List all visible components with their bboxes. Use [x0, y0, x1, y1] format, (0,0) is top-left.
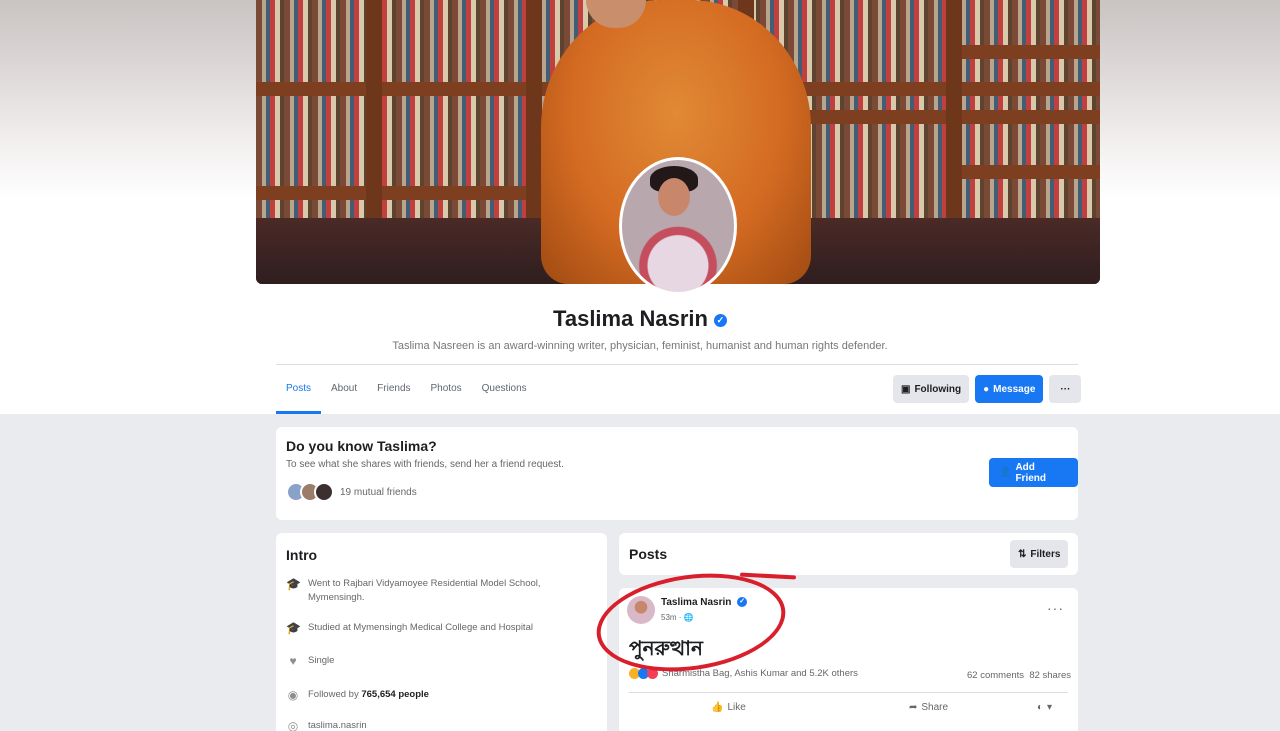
tab-about[interactable]: About	[321, 374, 367, 414]
know-person-card: Do you know Taslima? To see what she sha…	[276, 427, 1078, 520]
mutual-friend-avatar	[314, 482, 334, 502]
intro-school-text: Went to Rajbari Vidyamoyee Residential M…	[308, 578, 541, 603]
share-label: Share	[921, 702, 949, 713]
bookshelf-board	[951, 165, 1100, 179]
intro-school: 🎓 Went to Rajbari Vidyamoyee Residential…	[286, 577, 586, 605]
more-icon: ···	[1060, 383, 1071, 395]
verified-badge-icon: ✓	[713, 313, 727, 327]
profile-name-row: Taslima Nasrin ✓	[0, 306, 1280, 332]
profile-switch-icon: ◐	[1037, 702, 1044, 713]
followers-count: 765,654 people	[361, 689, 429, 700]
tab-questions[interactable]: Questions	[472, 374, 537, 414]
like-label: Like	[727, 702, 746, 713]
intro-relationship-text: Single	[308, 655, 335, 666]
know-card-subtitle: To see what she shares with friends, sen…	[286, 459, 564, 470]
like-button[interactable]: 👍 Like	[711, 702, 746, 713]
message-button[interactable]: ● Message	[975, 375, 1044, 403]
audience-selector[interactable]: ◐ ▾	[1037, 702, 1052, 713]
thumbs-up-icon: 👍	[711, 702, 724, 713]
post-more-button[interactable]: ···	[1047, 600, 1064, 616]
tab-photos[interactable]: Photos	[421, 374, 472, 414]
intro-college: 🎓 Studied at Mymensingh Medical College …	[286, 621, 586, 635]
bookshelf-board	[256, 186, 546, 200]
more-options-button[interactable]: ···	[1049, 375, 1082, 403]
profile-name: Taslima Nasrin	[553, 306, 708, 331]
following-button[interactable]: ▣ Following	[893, 375, 970, 403]
profile-avatar[interactable]	[619, 157, 737, 295]
share-icon: ➦	[909, 702, 918, 713]
following-icon: ▣	[901, 383, 911, 395]
add-friend-icon: 👤	[999, 467, 1012, 478]
comments-count: 62 comments	[967, 670, 1025, 681]
filters-icon: ⇅	[1018, 548, 1027, 560]
add-friend-button[interactable]: 👤 Add Friend	[989, 458, 1078, 487]
intro-card: Intro 🎓 Went to Rajbari Vidyamoyee Resid…	[276, 533, 607, 731]
profile-bio: Taslima Nasreen is an award-winning writ…	[392, 340, 888, 352]
heart-icon: ♥	[289, 654, 297, 668]
mutual-friends-label: 19 mutual friends	[340, 486, 417, 498]
know-card-title: Do you know Taslima?	[286, 438, 437, 454]
tab-friends[interactable]: Friends	[367, 374, 420, 414]
followers-prefix: Followed by	[308, 689, 359, 700]
bookshelf-board	[951, 45, 1100, 59]
messenger-icon: ●	[983, 383, 990, 395]
profile-tabs: Posts About Friends Photos Questions	[276, 374, 537, 414]
filters-label: Filters	[1030, 548, 1061, 560]
avatar-face	[658, 178, 690, 216]
mutual-friends[interactable]: 19 mutual friends	[286, 482, 417, 502]
intro-followers: ◉ Followed by 765,654 people	[286, 688, 586, 702]
header-divider	[276, 364, 1078, 365]
instagram-icon: ◎	[287, 719, 299, 731]
graduation-cap-icon: 🎓	[286, 621, 301, 635]
add-friend-label: Add Friend	[1015, 461, 1047, 484]
profile-actions: ▣ Following ● Message ···	[893, 375, 1082, 403]
shares-count: 82 shares	[1029, 670, 1072, 681]
intro-title: Intro	[286, 547, 318, 563]
rss-icon: ◉	[287, 688, 299, 702]
intro-instagram[interactable]: ◎ taslima.nasrin	[286, 719, 586, 731]
instagram-handle: taslima.nasrin	[308, 720, 367, 731]
following-label: Following	[914, 383, 962, 395]
tab-posts[interactable]: Posts	[276, 374, 322, 414]
filters-button[interactable]: ⇅ Filters	[1010, 540, 1069, 568]
post-divider	[629, 692, 1068, 693]
intro-college-text: Studied at Mymensingh Medical College an…	[308, 622, 533, 633]
intro-relationship: ♥ Single	[286, 654, 586, 668]
share-button[interactable]: ➦ Share	[909, 702, 948, 713]
chevron-down-icon: ▾	[1047, 702, 1053, 713]
message-label: Message	[993, 383, 1036, 395]
graduation-cap-icon: 🎓	[286, 577, 301, 591]
posts-title: Posts	[629, 546, 668, 562]
post-counts[interactable]: 62 comments 82 shares	[967, 670, 1071, 681]
posts-header-card: Posts ⇅ Filters	[619, 533, 1078, 575]
